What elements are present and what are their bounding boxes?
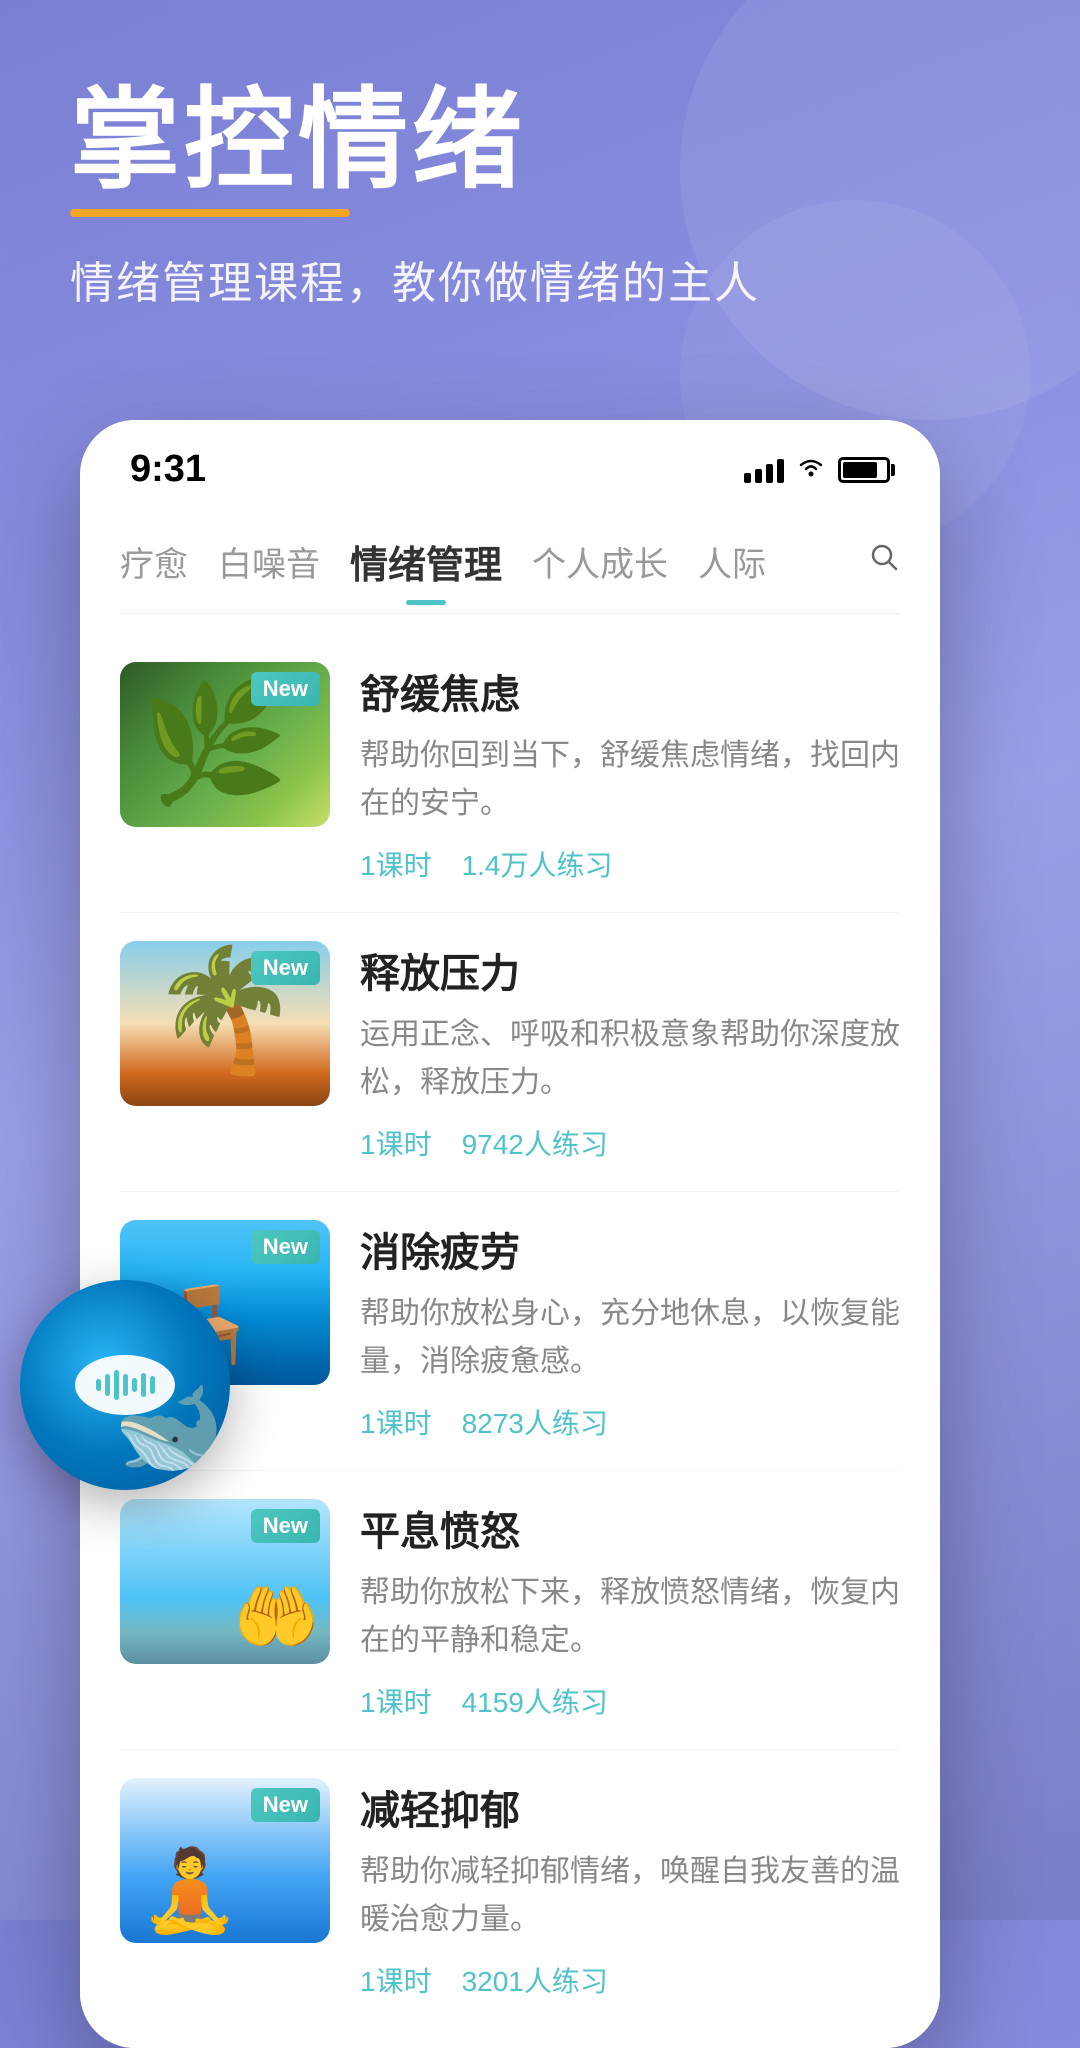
tab-growth[interactable]: 个人成长 — [532, 529, 668, 594]
course-title-5: 减轻抑郁 — [360, 1778, 900, 1836]
course-desc-1: 帮助你回到当下，舒缓焦虑情绪，找回内在的安宁。 — [360, 732, 900, 828]
wifi-icon — [796, 454, 826, 486]
course-lessons-4: 1课时 — [360, 1681, 432, 1721]
course-info-3: 消除疲劳 帮助你放松身心，充分地休息，以恢复能量，消除疲惫感。 1课时 8273… — [360, 1220, 900, 1442]
audio-waveform — [75, 1355, 175, 1415]
course-lessons-3: 1课时 — [360, 1402, 432, 1442]
course-desc-4: 帮助你放松下来，释放愤怒情绪，恢复内在的平静和稳定。 — [360, 1569, 900, 1665]
course-thumbnail-1: New — [120, 662, 330, 827]
new-badge: New — [251, 1509, 320, 1543]
course-info-4: 平息愤怒 帮助你放松下来，释放愤怒情绪，恢复内在的平静和稳定。 1课时 4159… — [360, 1499, 900, 1721]
status-icons — [744, 454, 890, 486]
wave-bar-5 — [132, 1378, 137, 1392]
course-info-1: 舒缓焦虑 帮助你回到当下，舒缓焦虑情绪，找回内在的安宁。 1课时 1.4万人练习 — [360, 662, 900, 884]
course-title-4: 平息愤怒 — [360, 1499, 900, 1557]
course-meta-3: 1课时 8273人练习 — [360, 1402, 900, 1442]
course-item[interactable]: New 消除疲劳 帮助你放松身心，充分地休息，以恢复能量，消除疲惫感。 1课时 … — [120, 1192, 900, 1471]
wave-bar-1 — [96, 1379, 101, 1391]
course-participants-5: 3201人练习 — [462, 1960, 608, 2000]
new-badge: New — [251, 951, 320, 985]
status-time: 9:31 — [130, 448, 206, 491]
wave-bar-2 — [105, 1374, 110, 1396]
course-item[interactable]: New 释放压力 运用正念、呼吸和积极意象帮助你深度放松，释放压力。 1课时 9… — [120, 913, 900, 1192]
wave-bar-6 — [141, 1373, 146, 1397]
course-desc-2: 运用正念、呼吸和积极意象帮助你深度放松，释放压力。 — [360, 1011, 900, 1107]
tab-healing[interactable]: 疗愈 — [120, 529, 188, 594]
page-subtitle: 情绪管理课程，教你做情绪的主人 — [70, 247, 760, 311]
phone-mockup: 9:31 疗愈 — [80, 420, 1080, 1920]
course-desc-5: 帮助你减轻抑郁情绪，唤醒自我友善的温暖治愈力量。 — [360, 1848, 900, 1944]
course-info-2: 释放压力 运用正念、呼吸和积极意象帮助你深度放松，释放压力。 1课时 9742人… — [360, 941, 900, 1163]
new-badge: New — [251, 672, 320, 706]
tab-social[interactable]: 人际 — [698, 529, 766, 594]
course-item[interactable]: New 平息愤怒 帮助你放松下来，释放愤怒情绪，恢复内在的平静和稳定。 1课时 … — [120, 1471, 900, 1750]
phone-frame: 9:31 疗愈 — [80, 420, 940, 2048]
course-lessons-1: 1课时 — [360, 844, 432, 884]
course-participants-3: 8273人练习 — [462, 1402, 608, 1442]
course-participants-1: 1.4万人练习 — [462, 844, 613, 884]
course-meta-5: 1课时 3201人练习 — [360, 1960, 900, 2000]
course-title-1: 舒缓焦虑 — [360, 662, 900, 720]
tab-emotion[interactable]: 情绪管理 — [350, 526, 502, 597]
course-title-2: 释放压力 — [360, 941, 900, 999]
course-meta-4: 1课时 4159人练习 — [360, 1681, 900, 1721]
audio-player-background — [20, 1280, 230, 1490]
course-item[interactable]: New 舒缓焦虑 帮助你回到当下，舒缓焦虑情绪，找回内在的安宁。 1课时 1.4… — [120, 634, 900, 913]
signal-icon — [744, 457, 784, 483]
course-thumbnail-4: New — [120, 1499, 330, 1664]
course-meta-1: 1课时 1.4万人练习 — [360, 844, 900, 884]
course-item[interactable]: New 减轻抑郁 帮助你减轻抑郁情绪，唤醒自我友善的温暖治愈力量。 1课时 32… — [120, 1750, 900, 2028]
new-badge: New — [251, 1230, 320, 1264]
course-info-5: 减轻抑郁 帮助你减轻抑郁情绪，唤醒自我友善的温暖治愈力量。 1课时 3201人练… — [360, 1778, 900, 2000]
wave-bar-7 — [150, 1376, 155, 1394]
course-desc-3: 帮助你放松身心，充分地休息，以恢复能量，消除疲惫感。 — [360, 1290, 900, 1386]
status-bar: 9:31 — [80, 420, 940, 506]
wave-bar-4 — [123, 1374, 128, 1396]
category-tabs: 疗愈 白噪音 情绪管理 个人成长 人际 — [80, 506, 940, 597]
course-title-3: 消除疲劳 — [360, 1220, 900, 1278]
course-lessons-5: 1课时 — [360, 1960, 432, 2000]
title-underline — [70, 209, 350, 217]
new-badge: New — [251, 1788, 320, 1822]
course-meta-2: 1课时 9742人练习 — [360, 1123, 900, 1163]
course-lessons-2: 1课时 — [360, 1123, 432, 1163]
wave-bar-3 — [114, 1370, 119, 1400]
page-title: 掌控情绪 — [70, 80, 760, 201]
course-thumbnail-5: New — [120, 1778, 330, 1943]
battery-icon — [838, 457, 890, 483]
tab-whitenoise[interactable]: 白噪音 — [218, 529, 320, 594]
course-participants-2: 9742人练习 — [462, 1123, 608, 1163]
course-thumbnail-2: New — [120, 941, 330, 1106]
search-icon[interactable] — [868, 541, 900, 582]
header-section: 掌控情绪 情绪管理课程，教你做情绪的主人 — [70, 80, 760, 311]
audio-player[interactable] — [20, 1280, 230, 1490]
course-participants-4: 4159人练习 — [462, 1681, 608, 1721]
